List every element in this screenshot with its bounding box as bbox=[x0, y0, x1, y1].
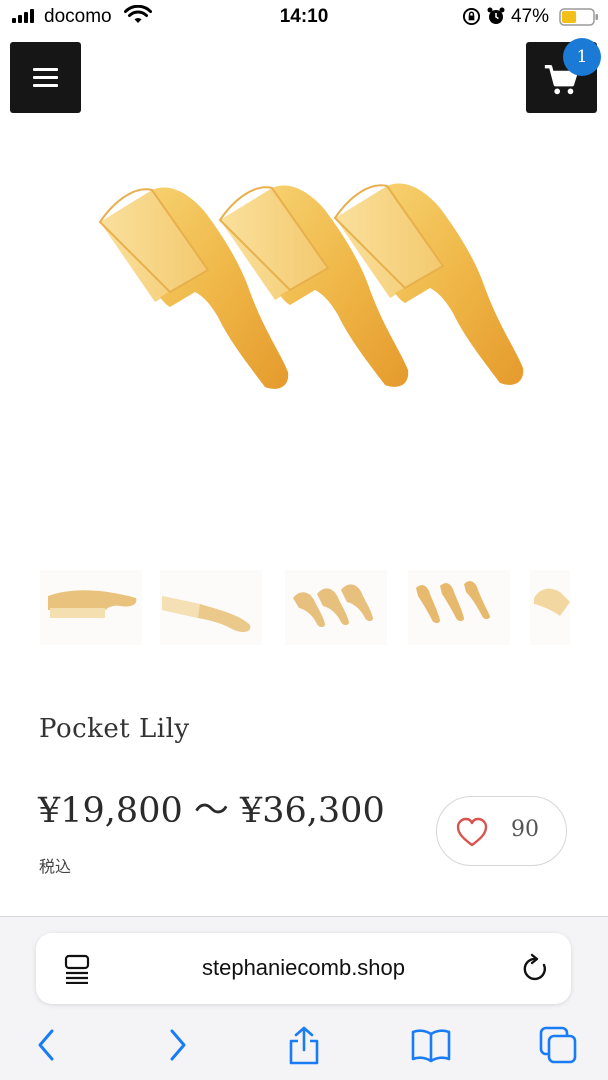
thumbnail-strip bbox=[40, 570, 570, 645]
tax-included-label: 税込 bbox=[39, 859, 72, 876]
battery-percent: 47% bbox=[511, 6, 550, 27]
thumbnail-1[interactable] bbox=[40, 570, 142, 645]
bookmarks-icon[interactable] bbox=[410, 1025, 452, 1065]
forward-icon[interactable] bbox=[166, 1025, 190, 1065]
like-count: 90 bbox=[511, 817, 539, 842]
product-main-image[interactable] bbox=[60, 140, 560, 520]
hamburger-icon-line bbox=[33, 76, 58, 79]
thumbnail-2[interactable] bbox=[160, 570, 262, 645]
hamburger-icon bbox=[33, 68, 58, 71]
heart-icon bbox=[456, 817, 488, 847]
rotation-lock-icon bbox=[462, 7, 481, 26]
like-button[interactable]: 90 bbox=[436, 796, 567, 866]
thumbnail-5[interactable] bbox=[530, 570, 570, 645]
hamburger-icon-line bbox=[33, 84, 58, 87]
cart-count-badge: 1 bbox=[563, 38, 601, 76]
tabs-icon[interactable] bbox=[538, 1025, 578, 1065]
share-icon[interactable] bbox=[286, 1025, 322, 1065]
thumbnail-4[interactable] bbox=[408, 570, 510, 645]
browser-toolbar: stephaniecomb.shop bbox=[0, 916, 608, 1080]
address-bar[interactable]: stephaniecomb.shop bbox=[36, 933, 571, 1004]
product-title: Pocket Lily bbox=[39, 714, 190, 744]
alarm-icon bbox=[487, 7, 505, 24]
menu-button[interactable] bbox=[10, 42, 81, 113]
battery-icon bbox=[559, 8, 598, 26]
reload-icon[interactable] bbox=[522, 953, 550, 983]
url-text[interactable]: stephaniecomb.shop bbox=[36, 955, 571, 981]
status-bar: docomo 14:10 47% bbox=[0, 0, 608, 34]
product-price: ¥19,800 〜 ¥36,300 bbox=[38, 791, 385, 831]
thumbnail-3[interactable] bbox=[285, 570, 387, 645]
back-icon[interactable] bbox=[34, 1025, 58, 1065]
